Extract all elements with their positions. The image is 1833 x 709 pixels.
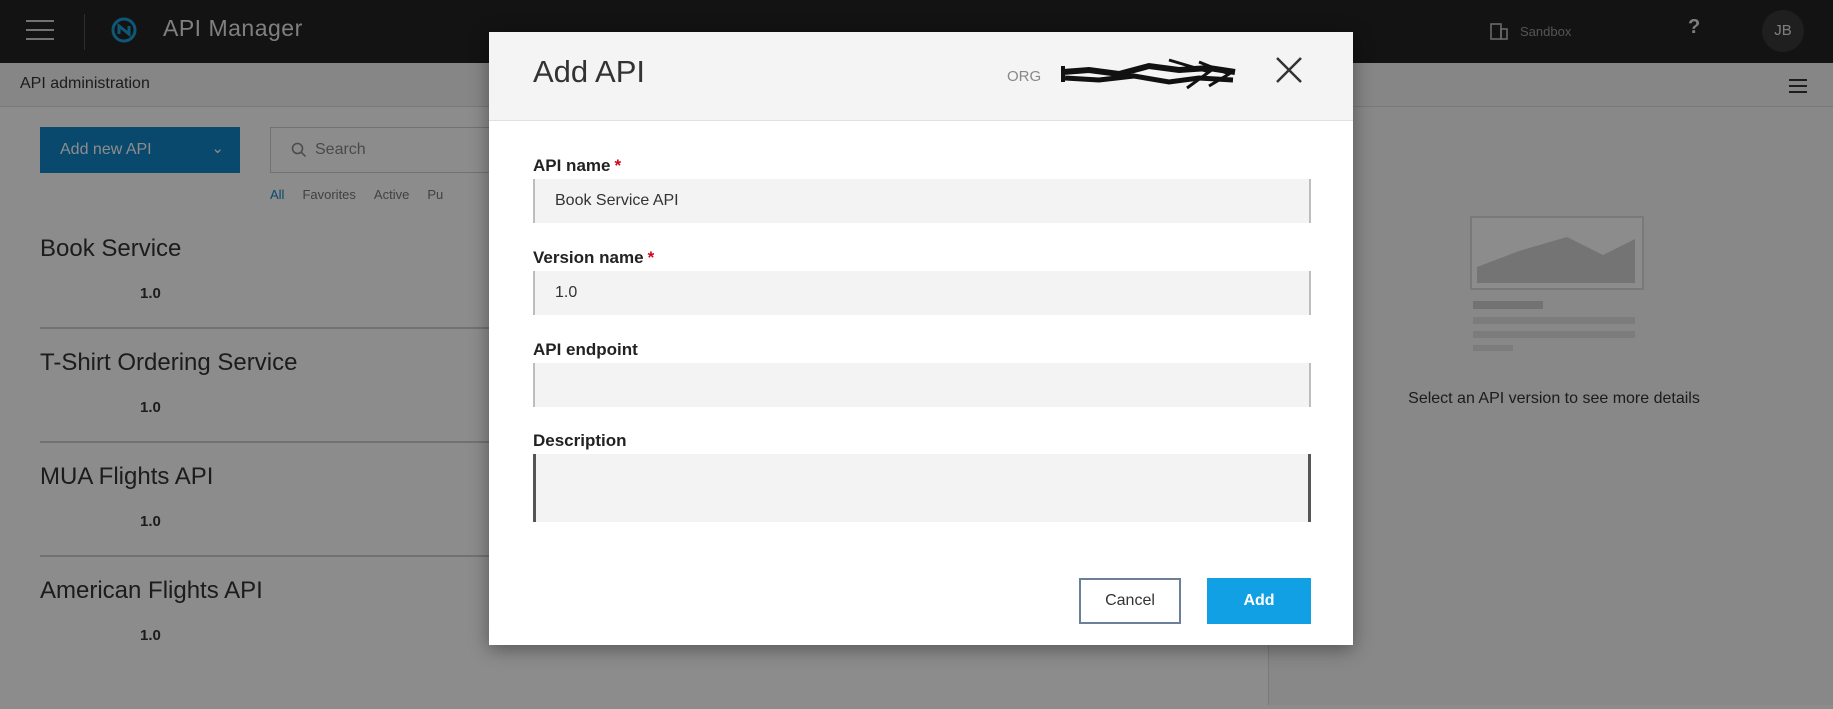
api-name-label-text: API name [533,156,611,175]
version-name-input[interactable] [533,271,1311,315]
description-label: Description [533,431,627,450]
required-marker: * [647,248,655,267]
org-label: ORG [1007,68,1042,85]
dialog-title: Add API [533,54,646,89]
add-button[interactable]: Add [1207,578,1311,624]
close-icon[interactable] [1273,54,1305,86]
api-name-input[interactable] [533,179,1311,223]
version-name-label: Version name * [533,248,654,268]
required-marker: * [614,156,622,175]
redacted-org-name [1061,58,1236,90]
api-endpoint-label: API endpoint [533,340,638,359]
add-api-dialog: Add API ORG API name* Version name* API … [489,32,1353,645]
api-endpoint-input[interactable] [533,363,1311,407]
version-name-label-text: Version name [533,248,644,267]
description-textarea[interactable] [533,454,1311,522]
dialog-header: Add API ORG [489,32,1353,121]
api-name-label: API name * [533,156,621,176]
cancel-button[interactable]: Cancel [1079,578,1181,624]
